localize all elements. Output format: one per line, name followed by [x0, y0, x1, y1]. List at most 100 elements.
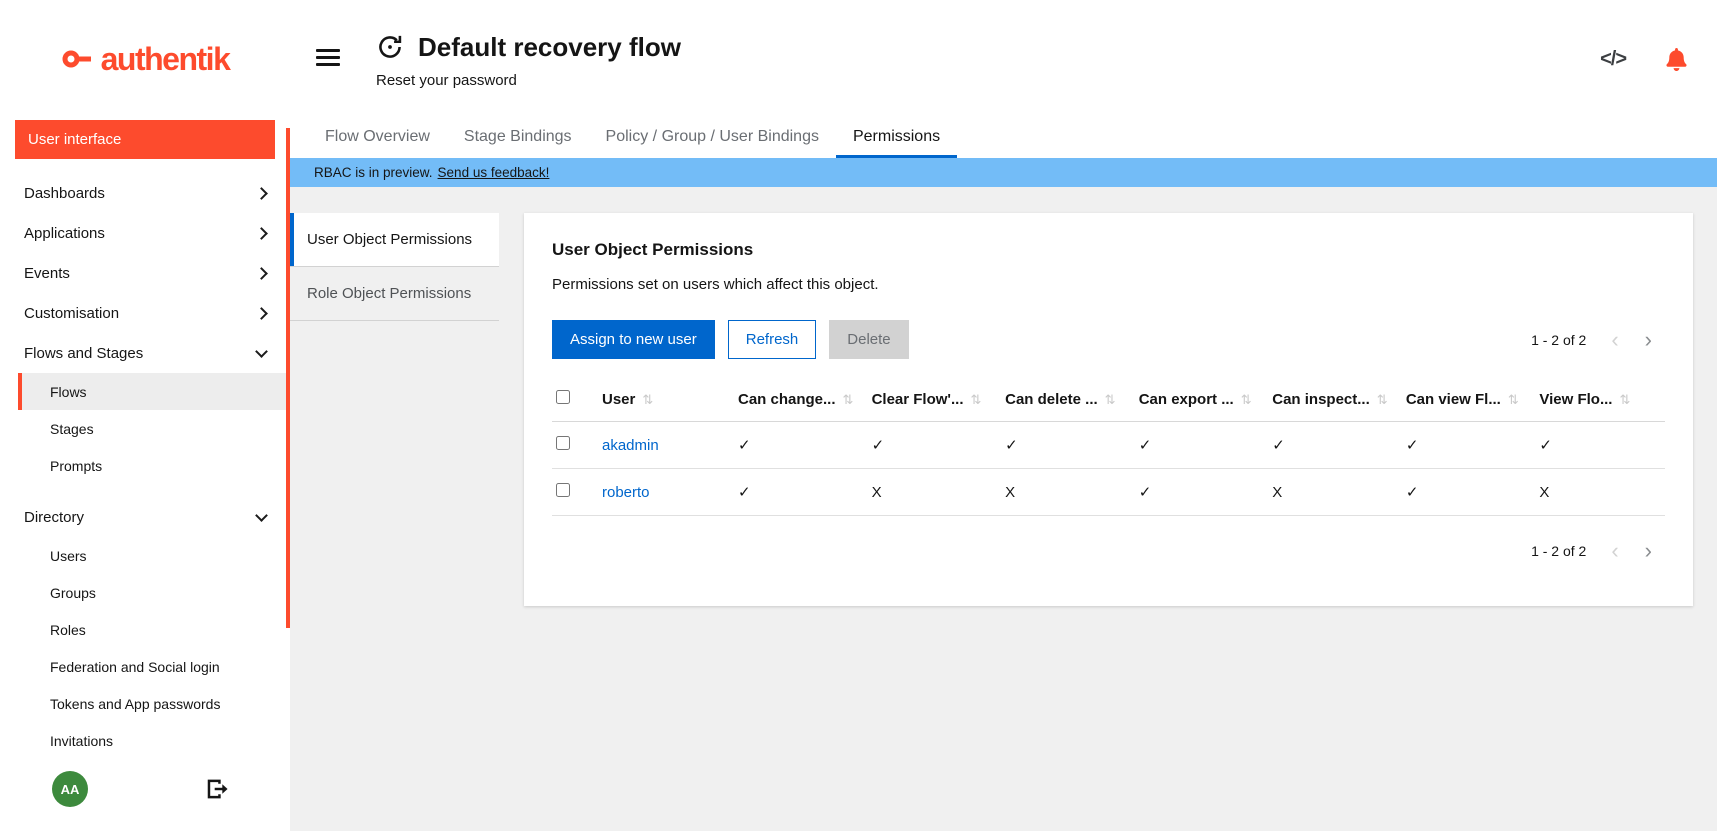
sidebar-subitem-roles[interactable]: Roles: [18, 611, 290, 648]
sidebar-subitem-flows[interactable]: Flows: [18, 373, 290, 410]
column-label: Clear Flow'...: [872, 391, 964, 408]
delete-button[interactable]: Delete: [829, 320, 908, 359]
assign-to-new-user-button[interactable]: Assign to new user: [552, 320, 715, 359]
sidebar-subitem-groups[interactable]: Groups: [18, 574, 290, 611]
sidebar-subitem-tokens[interactable]: Tokens and App passwords: [18, 685, 290, 722]
tab-flow-overview[interactable]: Flow Overview: [308, 118, 447, 158]
logout-icon[interactable]: [207, 779, 230, 799]
column-label: User: [602, 391, 635, 408]
sort-icon: ⇅: [1105, 392, 1116, 407]
tab-bar: Flow Overview Stage Bindings Policy / Gr…: [290, 118, 1717, 158]
sidebar: authentik User interface Dashboards Appl…: [0, 0, 290, 831]
column-label: Can export ...: [1139, 391, 1234, 408]
api-code-icon[interactable]: </>: [1600, 48, 1626, 71]
column-label: Can change...: [738, 391, 836, 408]
table-row-roberto: roberto ✓ X X ✓ X ✓ X: [552, 469, 1665, 516]
card-description: Permissions set on users which affect th…: [552, 276, 1665, 293]
sidebar-subitem-federation[interactable]: Federation and Social login: [18, 648, 290, 685]
rbac-preview-banner: RBAC is in preview. Send us feedback!: [290, 158, 1717, 187]
sort-icon: ⇅: [642, 392, 653, 407]
refresh-button[interactable]: Refresh: [728, 320, 817, 359]
perm-cell: X: [1531, 469, 1665, 516]
perm-cell: ✓: [997, 422, 1131, 469]
sidebar-accent-line: [286, 128, 290, 628]
sort-icon: ⇅: [1619, 392, 1630, 407]
banner-text: RBAC is in preview.: [314, 165, 433, 180]
column-header-clear-flow[interactable]: Clear Flow'... ⇅: [864, 379, 998, 422]
notification-bell-icon[interactable]: [1666, 48, 1687, 71]
column-header-can-change[interactable]: Can change... ⇅: [730, 379, 864, 422]
hamburger-menu-icon[interactable]: [316, 45, 340, 70]
flow-icon: [376, 33, 404, 61]
sidebar-item-flows-and-stages[interactable]: Flows and Stages: [0, 333, 290, 373]
pagination-prev-icon[interactable]: ‹: [1598, 329, 1631, 351]
chevron-right-icon: [255, 187, 268, 200]
object-permission-tabs: User Object Permissions Role Object Perm…: [290, 213, 499, 321]
perm-cell: ✓: [864, 422, 998, 469]
column-label: Can inspect...: [1272, 391, 1370, 408]
tab-stage-bindings[interactable]: Stage Bindings: [447, 118, 589, 158]
sort-icon: ⇅: [970, 392, 981, 407]
column-header-user[interactable]: User ⇅: [594, 379, 730, 422]
perm-cell: ✓: [1398, 469, 1532, 516]
column-header-can-inspect[interactable]: Can inspect... ⇅: [1264, 379, 1398, 422]
sidebar-item-label: Dashboards: [24, 185, 105, 202]
page-title-block: Default recovery flow Reset your passwor…: [376, 32, 681, 89]
perm-cell: ✓: [1531, 422, 1665, 469]
perm-cell: ✓: [730, 469, 864, 516]
tab-permissions[interactable]: Permissions: [836, 118, 957, 158]
page-subtitle: Reset your password: [376, 72, 681, 89]
pagination-next-icon[interactable]: ›: [1632, 540, 1665, 562]
sort-icon: ⇅: [1377, 392, 1388, 407]
authentik-logo: authentik: [0, 0, 290, 118]
side-tab-user-object-permissions[interactable]: User Object Permissions: [290, 213, 499, 266]
sidebar-subitem-stages[interactable]: Stages: [18, 410, 290, 447]
side-tab-role-object-permissions[interactable]: Role Object Permissions: [290, 266, 499, 321]
select-all-checkbox[interactable]: [556, 390, 570, 404]
sidebar-subitem-users[interactable]: Users: [18, 537, 290, 574]
row-checkbox[interactable]: [556, 483, 570, 497]
sidebar-item-directory[interactable]: Directory: [0, 497, 290, 537]
pagination-next-icon[interactable]: ›: [1632, 329, 1665, 351]
chevron-down-icon: [255, 345, 268, 358]
toolbar: Assign to new user Refresh Delete 1 - 2 …: [552, 320, 1665, 359]
tab-policy-group-user-bindings[interactable]: Policy / Group / User Bindings: [589, 118, 836, 158]
sidebar-item-customisation[interactable]: Customisation: [0, 293, 290, 333]
table-row-akadmin: akadmin ✓ ✓ ✓ ✓ ✓ ✓ ✓: [552, 422, 1665, 469]
sidebar-item-applications[interactable]: Applications: [0, 213, 290, 253]
perm-cell: ✓: [1131, 422, 1265, 469]
table-header-row: User ⇅ Can change... ⇅ Clear Flow'... ⇅ Can…: [552, 379, 1665, 422]
sidebar-item-events[interactable]: Events: [0, 253, 290, 293]
sort-icon: ⇅: [1508, 392, 1519, 407]
column-header-can-export[interactable]: Can export ...⇅: [1131, 379, 1265, 422]
perm-cell: X: [997, 469, 1131, 516]
column-header-can-view[interactable]: Can view Fl...⇅: [1398, 379, 1532, 422]
column-header-can-delete[interactable]: Can delete ...⇅: [997, 379, 1131, 422]
pagination-prev-icon[interactable]: ‹: [1598, 540, 1631, 562]
chevron-right-icon: [255, 307, 268, 320]
user-object-permissions-card: User Object Permissions Permissions set …: [524, 213, 1693, 606]
row-checkbox[interactable]: [556, 436, 570, 450]
sidebar-nav: Dashboards Applications Events Customisa…: [0, 173, 290, 759]
sidebar-item-dashboards[interactable]: Dashboards: [0, 173, 290, 213]
permissions-table: User ⇅ Can change... ⇅ Clear Flow'... ⇅ Can…: [552, 379, 1665, 516]
pagination-bottom: 1 - 2 of 2 ‹ ›: [1531, 540, 1665, 562]
user-link[interactable]: akadmin: [602, 437, 659, 454]
chevron-right-icon: [255, 227, 268, 240]
sidebar-item-label: Events: [24, 265, 70, 282]
authentik-logo-text: authentik: [101, 41, 230, 78]
perm-cell: ✓: [1398, 422, 1532, 469]
sidebar-footer: AA: [0, 771, 290, 831]
perm-cell: ✓: [1131, 469, 1265, 516]
sidebar-item-label: Applications: [24, 225, 105, 242]
chevron-down-icon: [255, 509, 268, 522]
column-header-view-flow[interactable]: View Flo...⇅: [1531, 379, 1665, 422]
avatar[interactable]: AA: [52, 771, 88, 807]
sort-icon: ⇅: [843, 392, 854, 407]
user-interface-selector[interactable]: User interface: [15, 120, 275, 159]
perm-cell: ✓: [1264, 422, 1398, 469]
user-link[interactable]: roberto: [602, 484, 650, 501]
sidebar-subitem-invitations[interactable]: Invitations: [18, 722, 290, 759]
feedback-link[interactable]: Send us feedback!: [438, 165, 550, 180]
sidebar-subitem-prompts[interactable]: Prompts: [18, 447, 290, 484]
